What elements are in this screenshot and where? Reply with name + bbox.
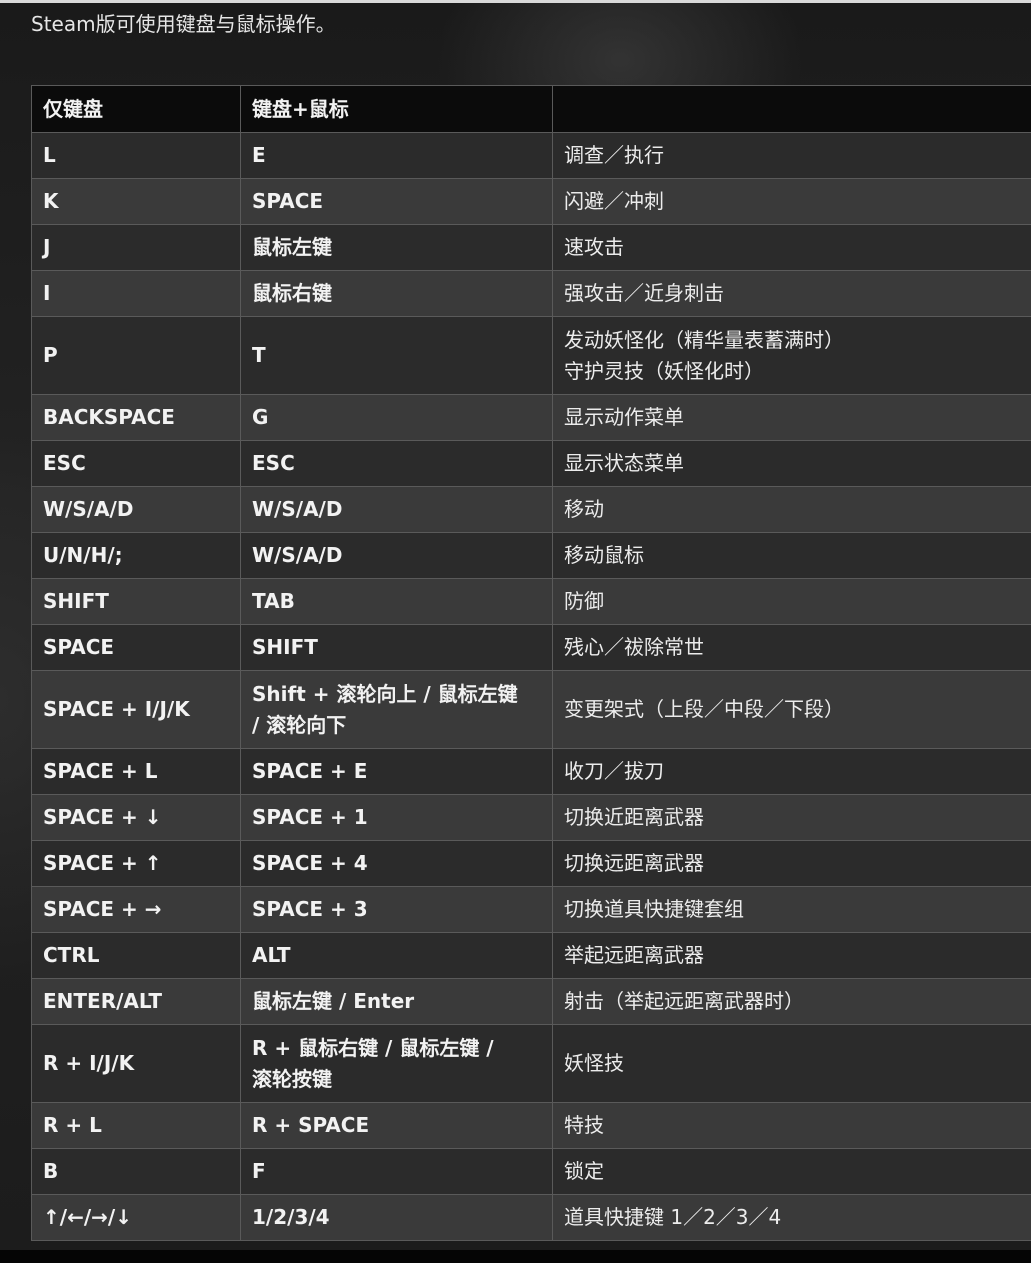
controls-table: 仅键盘 键盘+鼠标 L E 调查／执行 K SPACE 闪避／冲刺 J 鼠标左键 速攻击 I 鼠标右…	[31, 85, 1031, 1241]
table-row: R + I/J/K R + 鼠标右键 / 鼠标左键 / 滚轮按键 妖怪技	[31, 1024, 1031, 1103]
table-row: K SPACE 闪避／冲刺	[31, 178, 1031, 225]
table-row: P T 发动妖怪化（精华量表蓄满时） 守护灵技（妖怪化时）	[31, 316, 1031, 395]
table-row: SPACE SHIFT 残心／祓除常世	[31, 624, 1031, 671]
keyboard-only-cell: SPACE + ↓	[31, 794, 241, 841]
table-header-row: 仅键盘 键盘+鼠标	[31, 85, 1031, 133]
table-row: ENTER/ALT 鼠标左键 / Enter 射击（举起远距离武器时）	[31, 978, 1031, 1025]
table-row: SPACE + L SPACE + E 收刀／拔刀	[31, 748, 1031, 795]
keyboard-mouse-cell: SPACE + E	[240, 748, 553, 795]
keyboard-mouse-cell: R + 鼠标右键 / 鼠标左键 / 滚轮按键	[240, 1024, 553, 1103]
table-row: BACKSPACE G 显示动作菜单	[31, 394, 1031, 441]
keyboard-only-cell: CTRL	[31, 932, 241, 979]
keyboard-mouse-cell: T	[240, 316, 553, 395]
keyboard-mouse-cell: Shift + 滚轮向上 / 鼠标左键 / 滚轮向下	[240, 670, 553, 749]
action-cell: 强攻击／近身刺击	[552, 270, 1031, 317]
action-cell: 残心／祓除常世	[552, 624, 1031, 671]
keyboard-mouse-cell: W/S/A/D	[240, 486, 553, 533]
keyboard-only-cell: BACKSPACE	[31, 394, 241, 441]
table-row: ↑/←/→/↓ 1/2/3/4 道具快捷键 1／2／3／4	[31, 1194, 1031, 1241]
keyboard-only-cell: SPACE + I/J/K	[31, 670, 241, 749]
table-row: I 鼠标右键 强攻击／近身刺击	[31, 270, 1031, 317]
keyboard-mouse-cell: ALT	[240, 932, 553, 979]
table-row: SPACE + ↓ SPACE + 1 切换近距离武器	[31, 794, 1031, 841]
action-cell: 切换近距离武器	[552, 794, 1031, 841]
action-cell: 防御	[552, 578, 1031, 625]
keyboard-mouse-cell: R + SPACE	[240, 1102, 553, 1149]
keyboard-only-cell: P	[31, 316, 241, 395]
keyboard-mouse-cell: 鼠标右键	[240, 270, 553, 317]
keyboard-mouse-cell: G	[240, 394, 553, 441]
keyboard-mouse-cell: E	[240, 132, 553, 179]
keyboard-only-cell: ↑/←/→/↓	[31, 1194, 241, 1241]
action-cell: 移动	[552, 486, 1031, 533]
table-row: J 鼠标左键 速攻击	[31, 224, 1031, 271]
keyboard-mouse-cell: SPACE + 3	[240, 886, 553, 933]
keyboard-mouse-cell: SHIFT	[240, 624, 553, 671]
keyboard-only-cell: SHIFT	[31, 578, 241, 625]
keyboard-mouse-cell: TAB	[240, 578, 553, 625]
keyboard-only-cell: R + I/J/K	[31, 1024, 241, 1103]
keyboard-only-cell: ESC	[31, 440, 241, 487]
action-cell: 锁定	[552, 1148, 1031, 1195]
action-cell: 收刀／拔刀	[552, 748, 1031, 795]
action-cell: 调查／执行	[552, 132, 1031, 179]
action-cell: 道具快捷键 1／2／3／4	[552, 1194, 1031, 1241]
keyboard-only-cell: ENTER/ALT	[31, 978, 241, 1025]
action-cell: 移动鼠标	[552, 532, 1031, 579]
action-cell: 切换远距离武器	[552, 840, 1031, 887]
action-cell: 速攻击	[552, 224, 1031, 271]
table-row: W/S/A/D W/S/A/D 移动	[31, 486, 1031, 533]
keyboard-mouse-cell: SPACE	[240, 178, 553, 225]
keyboard-only-cell: SPACE	[31, 624, 241, 671]
intro-text: Steam版可使用键盘与鼠标操作。	[31, 12, 336, 36]
table-row: U/N/H/; W/S/A/D 移动鼠标	[31, 532, 1031, 579]
keyboard-only-cell: W/S/A/D	[31, 486, 241, 533]
keyboard-only-cell: R + L	[31, 1102, 241, 1149]
table-row: SPACE + I/J/K Shift + 滚轮向上 / 鼠标左键 / 滚轮向下 变更…	[31, 670, 1031, 749]
keyboard-mouse-cell: W/S/A/D	[240, 532, 553, 579]
top-border	[0, 0, 1031, 3]
keyboard-mouse-cell: 鼠标左键	[240, 224, 553, 271]
keyboard-only-cell: U/N/H/;	[31, 532, 241, 579]
table-row: SPACE + → SPACE + 3 切换道具快捷键套组	[31, 886, 1031, 933]
action-cell: 妖怪技	[552, 1024, 1031, 1103]
action-cell: 切换道具快捷键套组	[552, 886, 1031, 933]
header-keyboard-only: 仅键盘	[31, 85, 241, 133]
keyboard-only-cell: I	[31, 270, 241, 317]
table-row: R + LR + SPACE 特技	[31, 1102, 1031, 1149]
keyboard-only-cell: SPACE + ↑	[31, 840, 241, 887]
action-cell: 发动妖怪化（精华量表蓄满时） 守护灵技（妖怪化时）	[552, 316, 1031, 395]
keyboard-only-cell: SPACE + →	[31, 886, 241, 933]
action-cell: 射击（举起远距离武器时）	[552, 978, 1031, 1025]
keyboard-only-cell: L	[31, 132, 241, 179]
action-cell: 变更架式（上段／中段／下段）	[552, 670, 1031, 749]
keyboard-mouse-cell: ESC	[240, 440, 553, 487]
keyboard-only-cell: J	[31, 224, 241, 271]
table-row: B F 锁定	[31, 1148, 1031, 1195]
action-cell: 举起远距离武器	[552, 932, 1031, 979]
table-row: L E 调查／执行	[31, 132, 1031, 179]
bottom-bar	[0, 1250, 1031, 1263]
action-cell: 特技	[552, 1102, 1031, 1149]
table-row: SPACE + ↑ SPACE + 4 切换远距离武器	[31, 840, 1031, 887]
action-cell: 显示状态菜单	[552, 440, 1031, 487]
keyboard-only-cell: B	[31, 1148, 241, 1195]
action-cell: 显示动作菜单	[552, 394, 1031, 441]
table-row: SHIFT TAB 防御	[31, 578, 1031, 625]
keyboard-mouse-cell: F	[240, 1148, 553, 1195]
header-action	[552, 85, 1031, 133]
table-row: CTRL ALT 举起远距离武器	[31, 932, 1031, 979]
keyboard-only-cell: K	[31, 178, 241, 225]
action-cell: 闪避／冲刺	[552, 178, 1031, 225]
header-keyboard-mouse: 键盘+鼠标	[240, 85, 553, 133]
keyboard-mouse-cell: 鼠标左键 / Enter	[240, 978, 553, 1025]
keyboard-mouse-cell: SPACE + 1	[240, 794, 553, 841]
table-row: ESC ESC 显示状态菜单	[31, 440, 1031, 487]
keyboard-mouse-cell: SPACE + 4	[240, 840, 553, 887]
keyboard-mouse-cell: 1/2/3/4	[240, 1194, 553, 1241]
keyboard-only-cell: SPACE + L	[31, 748, 241, 795]
